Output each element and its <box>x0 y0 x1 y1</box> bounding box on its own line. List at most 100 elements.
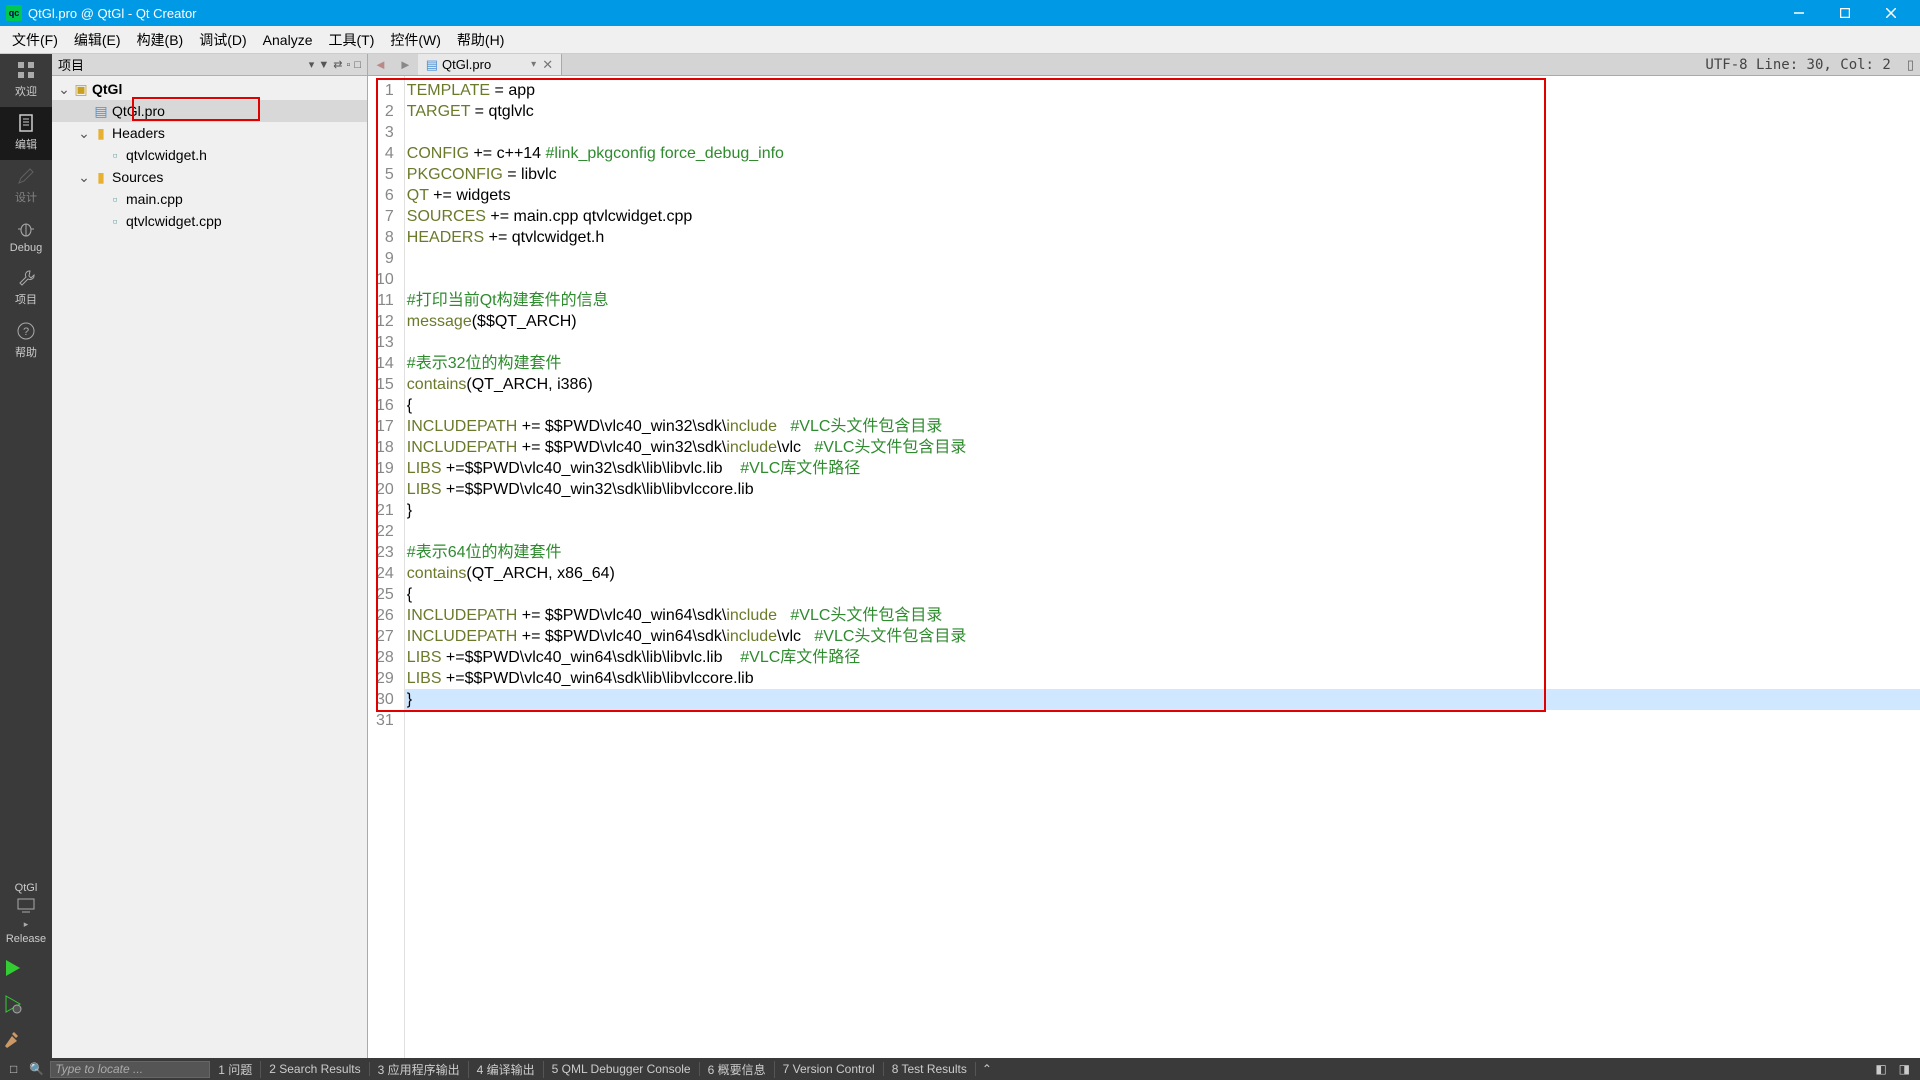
hammer-icon <box>0 1028 24 1052</box>
mode-edit[interactable]: 编辑 <box>0 107 52 160</box>
mode-help[interactable]: ? 帮助 <box>0 315 52 368</box>
tree-label: Sources <box>112 169 163 185</box>
menu-edit[interactable]: 编辑(E) <box>66 26 129 54</box>
project-tree: ⌄ ▣ QtGl ▤ QtGl.pro ⌄ ▮ Headers ▫ qtvlcw… <box>52 76 367 1058</box>
h-file-icon: ▫ <box>106 147 124 163</box>
mode-label: Debug <box>10 242 42 254</box>
editor-tab[interactable]: ▤ QtGl.pro ▾ ✕ <box>418 54 562 75</box>
locator-icon[interactable]: □ <box>4 1062 23 1076</box>
tree-sources-folder[interactable]: ⌄ ▮ Sources <box>52 166 367 188</box>
project-panel-title: 项目 <box>58 55 305 74</box>
mode-debug[interactable]: Debug <box>0 213 52 262</box>
split-icon[interactable]: ▫ <box>346 59 350 71</box>
menu-analyze[interactable]: Analyze <box>255 28 321 52</box>
chevron-down-icon[interactable]: ▾ <box>531 59 536 70</box>
document-icon <box>16 113 36 133</box>
editor-region: ◄ ► ▤ QtGl.pro ▾ ✕ UTF-8 Line: 30, Col: … <box>368 54 1920 1058</box>
toggle-right-icon[interactable]: ◨ <box>1893 1062 1916 1076</box>
output-pane-issues[interactable]: 1 问题 <box>210 1061 261 1078</box>
run-debug-button[interactable] <box>0 986 52 1022</box>
menu-debug[interactable]: 调试(D) <box>191 26 254 54</box>
folder-icon: ▮ <box>92 169 110 186</box>
wrench-icon <box>16 268 36 288</box>
kit-project: QtGl <box>6 881 46 895</box>
profile-icon: ▤ <box>92 103 110 120</box>
chevron-down-icon: ⌄ <box>76 169 92 186</box>
run-button[interactable] <box>0 950 52 986</box>
toggle-sidebar-icon[interactable]: ◧ <box>1869 1062 1892 1076</box>
cursor-status: UTF-8 Line: 30, Col: 2 <box>1695 57 1900 73</box>
menu-widgets[interactable]: 控件(W) <box>382 26 449 54</box>
minimize-button[interactable] <box>1776 0 1822 26</box>
close-tab-icon[interactable]: ✕ <box>542 57 553 73</box>
kit-selector[interactable]: QtGl ▸ Release <box>4 877 48 950</box>
tree-headers-folder[interactable]: ⌄ ▮ Headers <box>52 122 367 144</box>
chevron-down-icon: ⌄ <box>76 125 92 142</box>
chevron-down-icon: ⌄ <box>56 81 72 98</box>
build-button[interactable] <box>0 1022 52 1058</box>
output-pane-appoutput[interactable]: 3 应用程序输出 <box>370 1061 469 1078</box>
tree-source-file[interactable]: ▫ qtvlcwidget.cpp <box>52 210 367 232</box>
link-icon[interactable]: ⇄ <box>333 58 342 71</box>
mode-welcome[interactable]: 欢迎 <box>0 54 52 107</box>
mode-label: 欢迎 <box>15 86 37 98</box>
nav-forward-icon[interactable]: ► <box>393 57 418 72</box>
svg-text:?: ? <box>23 326 29 338</box>
menu-build[interactable]: 构建(B) <box>129 26 192 54</box>
close-button[interactable] <box>1868 0 1914 26</box>
split-h-icon[interactable]: ▯ <box>1901 57 1920 73</box>
menu-tools[interactable]: 工具(T) <box>320 26 382 54</box>
title-bar: qc QtGl.pro @ QtGl - Qt Creator <box>0 0 1920 26</box>
folder-icon: ▮ <box>92 125 110 142</box>
tree-label: qtvlcwidget.cpp <box>126 213 222 229</box>
filter-icon[interactable]: ▼ <box>318 59 329 71</box>
output-pane-general[interactable]: 6 概要信息 <box>700 1061 775 1078</box>
output-pane-compile[interactable]: 4 编译输出 <box>469 1061 544 1078</box>
mode-label: 编辑 <box>15 139 37 151</box>
tree-project-root[interactable]: ⌄ ▣ QtGl <box>52 78 367 100</box>
tree-label: Headers <box>112 125 165 141</box>
tree-label: qtvlcwidget.h <box>126 147 207 163</box>
tree-label: QtGl.pro <box>112 103 165 119</box>
play-icon <box>0 956 24 980</box>
menu-bar: 文件(F) 编辑(E) 构建(B) 调试(D) Analyze 工具(T) 控件… <box>0 26 1920 54</box>
code-area[interactable]: TEMPLATE = appTARGET = qtglvlc CONFIG +=… <box>404 76 1920 1058</box>
menu-file[interactable]: 文件(F) <box>4 26 66 54</box>
grid-icon <box>16 60 36 80</box>
dropdown-icon[interactable]: ▾ <box>309 58 315 71</box>
tree-source-file[interactable]: ▫ main.cpp <box>52 188 367 210</box>
close-panel-icon[interactable]: □ <box>354 59 361 71</box>
maximize-button[interactable] <box>1822 0 1868 26</box>
profile-icon: ▤ <box>426 57 438 73</box>
output-pane-search[interactable]: 2 Search Results <box>261 1062 369 1076</box>
output-pane-qml[interactable]: 5 QML Debugger Console <box>544 1062 700 1076</box>
tree-pro-file[interactable]: ▤ QtGl.pro <box>52 100 367 122</box>
mode-design[interactable]: 设计 <box>0 160 52 213</box>
locator-input[interactable]: Type to locate ... <box>50 1061 210 1078</box>
project-panel: 项目 ▾ ▼ ⇄ ▫ □ ⌄ ▣ QtGl ▤ QtGl.pro ⌄ ▮ Hea… <box>52 54 368 1058</box>
output-pane-vcs[interactable]: 7 Version Control <box>775 1062 884 1076</box>
mode-label: 帮助 <box>15 347 37 359</box>
tree-label: main.cpp <box>126 191 183 207</box>
bug-icon <box>16 219 36 239</box>
code-editor[interactable]: 1234567891011121314151617181920212223242… <box>368 76 1920 1058</box>
output-bar: □ 🔍 Type to locate ... 1 问题 2 Search Res… <box>0 1058 1920 1080</box>
cpp-file-icon: ▫ <box>106 191 124 207</box>
tab-filename: QtGl.pro <box>442 57 491 72</box>
menu-help[interactable]: 帮助(H) <box>449 26 512 54</box>
mode-toolbar: 欢迎 编辑 设计 Debug 项目 ? 帮助 QtGl ▸ Release <box>0 54 52 1058</box>
play-debug-icon <box>0 992 24 1016</box>
nav-back-icon[interactable]: ◄ <box>368 57 393 72</box>
output-pane-tests[interactable]: 8 Test Results <box>884 1062 976 1076</box>
tree-header-file[interactable]: ▫ qtvlcwidget.h <box>52 144 367 166</box>
mode-label: 项目 <box>15 294 37 306</box>
mode-projects[interactable]: 项目 <box>0 262 52 315</box>
search-icon[interactable]: 🔍 <box>23 1062 50 1076</box>
pencil-icon <box>16 166 36 186</box>
tree-label: QtGl <box>92 81 122 97</box>
chevron-up-icon[interactable]: ⌃ <box>976 1062 998 1076</box>
monitor-icon <box>14 897 38 915</box>
mode-label: 设计 <box>15 192 37 204</box>
window-title: QtGl.pro @ QtGl - Qt Creator <box>28 6 1776 21</box>
cpp-file-icon: ▫ <box>106 213 124 229</box>
